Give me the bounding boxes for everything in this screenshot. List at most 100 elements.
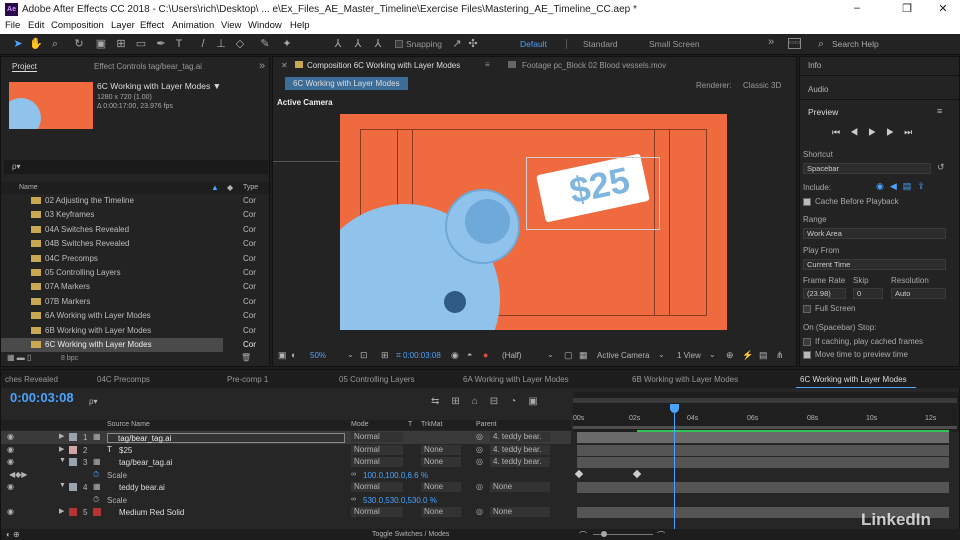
list-item[interactable]: 04C Precomps Cor	[1, 252, 271, 266]
workspace-small-screen[interactable]: Small Screen	[649, 39, 700, 49]
comp-flowchart-icon[interactable]: ◐ ⊕	[6, 530, 20, 539]
tab-timeline[interactable]: 6A Working with Layer Modes	[463, 375, 569, 384]
parent-select[interactable]: 4. teddy bear.	[490, 432, 550, 442]
clone-stamp-tool-icon[interactable]: ⊥	[214, 37, 228, 51]
list-item-selected[interactable]: 6C Working with Layer Modes Cor	[1, 338, 256, 352]
list-item[interactable]: 6B Working with Layer Modes Cor	[1, 324, 271, 338]
delete-icon[interactable]: 🗑	[241, 353, 251, 362]
resolution-dropdown-icon[interactable]: ⌄	[547, 350, 554, 359]
workspace-default[interactable]: Default	[520, 39, 547, 49]
layer-bar[interactable]	[577, 432, 949, 443]
playhead-handle[interactable]	[670, 404, 679, 413]
flowchart-icon[interactable]: ⋔	[776, 350, 784, 361]
scale-value[interactable]: 100.0,100.0,6.6 %	[363, 471, 428, 480]
views-select[interactable]: 1 View	[677, 351, 701, 360]
menu-help[interactable]: Help	[290, 20, 310, 31]
pan-behind-tool-icon[interactable]: ⊞	[114, 37, 128, 51]
transparency-grid-icon[interactable]: ▦	[579, 350, 588, 361]
brush-tool-icon[interactable]: /	[196, 37, 210, 51]
layer-bar[interactable]	[577, 482, 949, 493]
sort-up-icon[interactable]: ▲	[211, 183, 219, 192]
workspace-standard[interactable]: Standard	[583, 39, 618, 49]
zoom-out-icon[interactable]: ⌒	[579, 530, 587, 540]
skip-select[interactable]: 0	[853, 288, 883, 299]
info-tab[interactable]: Info	[808, 61, 821, 70]
play-from-select[interactable]: Current Time	[803, 259, 946, 270]
zoom-select[interactable]: 50%	[310, 351, 326, 360]
tab-timeline[interactable]: 05 Controlling Layers	[339, 375, 415, 384]
menu-edit[interactable]: Edit	[28, 20, 44, 31]
timeline-switches-icons[interactable]: ⇆⊞⌂⊟◔▣	[431, 396, 550, 407]
menu-window[interactable]: Window	[248, 20, 282, 31]
column-name[interactable]: Name	[19, 184, 38, 191]
renderer-value[interactable]: Classic 3D	[743, 81, 781, 90]
mode-select[interactable]: Normal	[351, 444, 403, 455]
label-swatch[interactable]	[69, 483, 77, 491]
menu-composition[interactable]: Composition	[51, 20, 104, 31]
comp-subtab[interactable]: 6C Working with Layer Modes	[285, 77, 408, 90]
col-mode[interactable]: Mode	[351, 421, 369, 428]
mask-visibility-icon[interactable]: ⊞	[381, 350, 389, 361]
col-trkmat[interactable]: TrkMat	[421, 421, 443, 428]
workspace-menu-icon[interactable]: ▭▭	[788, 38, 801, 49]
mode-select[interactable]: Normal	[351, 482, 403, 492]
tab-composition[interactable]: Composition 6C Working with Layer Modes	[307, 61, 460, 70]
snapshot-icon[interactable]: ◉	[451, 350, 459, 361]
menu-view[interactable]: View	[221, 20, 241, 31]
pen-tool-icon[interactable]: ✒	[154, 37, 168, 51]
property-row[interactable]: ◀◆▶ ⏱ Scale ∞ 100.0,100.0,6.6 %	[1, 469, 571, 482]
search-help-input[interactable]: Search Help	[832, 39, 879, 49]
work-area-bar[interactable]	[573, 426, 957, 429]
tab-timeline-active[interactable]: 6C Working with Layer Modes	[800, 375, 907, 384]
list-item[interactable]: 04B Switches Revealed Cor	[1, 237, 271, 251]
list-item[interactable]: 07B Markers Cor	[1, 295, 271, 309]
label-swatch[interactable]	[69, 508, 77, 516]
panel-overflow-icon[interactable]: »	[259, 60, 265, 72]
3d-glasses-icon[interactable]: ◐	[291, 350, 296, 360]
resolution-select[interactable]: (Half)	[502, 351, 522, 360]
cache-checkbox[interactable]	[803, 198, 811, 206]
col-source-name[interactable]: Source Name	[107, 421, 150, 428]
mode-select[interactable]: Normal	[351, 457, 403, 467]
menu-file[interactable]: File	[5, 20, 20, 31]
fast-previews-icon[interactable]: ⚡	[742, 350, 753, 361]
keyframe[interactable]	[632, 469, 642, 479]
menu-layer[interactable]: Layer	[111, 20, 135, 31]
zoom-dropdown-icon[interactable]: ⌄	[347, 350, 354, 359]
roto-brush-tool-icon[interactable]: ✎	[258, 37, 272, 51]
parent-select[interactable]: None	[490, 507, 550, 517]
bpc-label[interactable]: 8 bpc	[61, 355, 78, 362]
list-item[interactable]: 02 Adjusting the Timeline Cor	[1, 194, 271, 208]
keyframe[interactable]	[574, 469, 584, 479]
mode-select[interactable]: Normal	[351, 507, 403, 517]
layer-row[interactable]: ◉ ▶ 5 Medium Red Solid Normal None ◎ Non…	[1, 506, 571, 519]
layer-bounding-box[interactable]	[526, 157, 660, 230]
full-screen-checkbox[interactable]	[803, 305, 811, 313]
toggle-switches-button[interactable]: Toggle Switches / Modes	[372, 531, 449, 538]
move-time-checkbox[interactable]	[803, 351, 811, 359]
shortcut-select[interactable]: Spacebar	[803, 163, 931, 174]
tab-timeline[interactable]: 6B Working with Layer Modes	[632, 375, 738, 384]
minimize-button[interactable]: –	[842, 2, 872, 17]
layer-row[interactable]: ◉ ▼ 4 ▦ teddy bear.ai Normal None ◎ None	[1, 481, 571, 494]
camera-select[interactable]: Active Camera	[597, 351, 649, 360]
preview-menu-icon[interactable]: ≡	[937, 106, 942, 116]
safe-margins-icon[interactable]: ⊡	[360, 350, 368, 361]
tab-project[interactable]: Project	[12, 62, 37, 72]
views-dropdown-icon[interactable]: ⌄	[709, 350, 716, 359]
label-swatch[interactable]	[69, 458, 77, 466]
list-item[interactable]: 04A Switches Revealed Cor	[1, 223, 271, 237]
layer-bar[interactable]	[577, 444, 949, 456]
column-type[interactable]: Type	[243, 184, 258, 191]
toggle-pixel-icon[interactable]: ⊕	[726, 350, 734, 361]
eraser-tool-icon[interactable]: ◇	[233, 37, 247, 51]
comp-name[interactable]: 6C Working with Layer Modes ▼	[97, 81, 221, 91]
time-ruler[interactable]: 00s 02s 04s 06s 08s 10s 12s	[573, 392, 959, 432]
col-t[interactable]: T	[408, 421, 412, 428]
axis-world-icon[interactable]: ⅄	[351, 37, 365, 51]
layer-row[interactable]: ◉ ▼ 3 ▦ tag/bear_tag.ai Normal None ◎ 4.…	[1, 456, 571, 469]
zoom-tool-icon[interactable]: ⌕	[48, 37, 62, 51]
always-preview-icon[interactable]: ▣	[278, 350, 287, 361]
tab-footage[interactable]: Footage pc_Block 02 Blood vessels.mov	[522, 61, 666, 70]
current-time[interactable]: 0:00:03:08	[10, 390, 74, 405]
